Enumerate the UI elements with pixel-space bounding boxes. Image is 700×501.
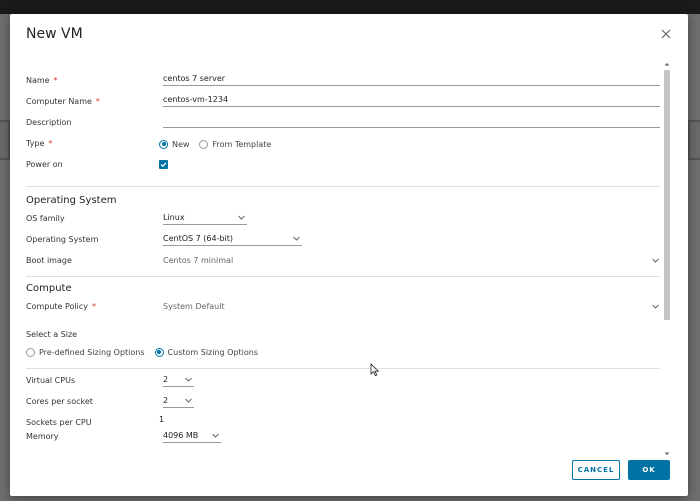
computer-name-input-box[interactable] (163, 93, 660, 106)
boot-image-label: Boot image (26, 256, 72, 265)
os-family-select[interactable]: Linux (163, 211, 247, 225)
size-radio-group: Pre-defined Sizing Options Custom Sizing… (26, 345, 268, 359)
memory-select[interactable]: 4096 MB (163, 429, 221, 443)
new-vm-dialog: New VM Name* Computer Name* Description … (10, 14, 688, 496)
radio-empty-icon (26, 347, 35, 357)
boot-image-select[interactable]: Centos 7 minimal (163, 253, 661, 267)
type-label: Type * (26, 139, 53, 148)
compute-section-title: Compute (26, 283, 72, 294)
virtual-cpus-select[interactable]: 2 (163, 373, 194, 387)
os-section-title: Operating System (26, 195, 117, 206)
size-radio-predefined[interactable]: Pre-defined Sizing Options (26, 347, 145, 357)
dialog-scrollbar[interactable] (663, 60, 671, 458)
chevron-down-icon (185, 398, 192, 403)
chevron-down-icon (212, 433, 219, 438)
cores-per-socket-select[interactable]: 2 (163, 394, 194, 408)
checkmark-icon (160, 162, 167, 168)
chevron-down-icon (652, 304, 659, 309)
name-label: Name * (26, 76, 58, 85)
virtual-cpus-label: Virtual CPUs (26, 376, 76, 385)
type-radio-from-template[interactable]: From Template (199, 139, 271, 149)
chevron-down-icon (238, 215, 245, 220)
sockets-per-cpu-label: Sockets per CPU (26, 418, 92, 427)
compute-policy-select[interactable]: System Default (163, 299, 661, 313)
computer-name-label: Computer Name * (26, 97, 100, 106)
scrollbar-thumb[interactable] (664, 70, 670, 320)
power-on-checkbox[interactable] (159, 160, 168, 169)
chevron-down-icon (293, 236, 300, 241)
size-radio-custom[interactable]: Custom Sizing Options (154, 347, 258, 357)
power-on-label: Power on (26, 160, 63, 169)
ok-button[interactable]: OK (628, 460, 670, 480)
os-family-label: OS family (26, 214, 65, 223)
description-input-box[interactable] (163, 114, 660, 127)
description-label: Description (26, 118, 72, 127)
operating-system-select[interactable]: CentOS 7 (64-bit) (163, 232, 302, 246)
type-radio-new[interactable]: New (159, 139, 189, 149)
section-divider (26, 276, 660, 277)
computer-name-input[interactable] (163, 93, 660, 107)
sockets-per-cpu-value: 1 (159, 415, 165, 424)
radio-selected-icon (159, 139, 168, 149)
name-input-box[interactable] (163, 72, 660, 85)
type-radio-group: New From Template (159, 137, 281, 151)
chevron-down-icon (185, 377, 192, 382)
compute-policy-label: Compute Policy * (26, 302, 97, 311)
select-size-label: Select a Size (26, 330, 78, 339)
dialog-form: Name* Computer Name* Description Type* N… (10, 60, 670, 458)
mouse-pointer-icon (370, 363, 380, 377)
operating-system-label: Operating System (26, 235, 99, 244)
radio-selected-icon (154, 347, 164, 357)
cores-per-socket-label: Cores per socket (26, 397, 93, 406)
section-divider (26, 186, 660, 187)
cancel-button[interactable]: CANCEL (572, 460, 620, 480)
radio-empty-icon (199, 139, 209, 149)
dialog-title: New VM (26, 26, 83, 42)
scroll-up-icon[interactable] (663, 60, 671, 68)
chevron-down-icon (652, 258, 659, 263)
name-input[interactable] (163, 72, 660, 86)
close-icon[interactable] (660, 28, 672, 40)
section-divider (26, 368, 660, 369)
description-input[interactable] (163, 114, 660, 128)
scroll-down-icon[interactable] (663, 450, 671, 458)
memory-label: Memory (26, 432, 59, 441)
